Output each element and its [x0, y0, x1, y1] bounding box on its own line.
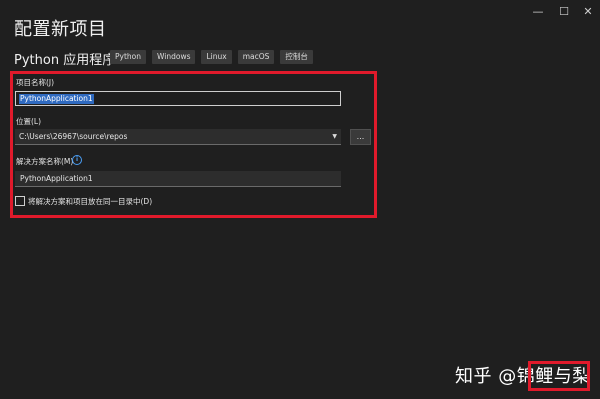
tag-console: 控制台 [280, 50, 313, 64]
tag-windows: Windows [152, 50, 196, 64]
browse-button[interactable]: ... [350, 129, 371, 145]
same-directory-label[interactable]: 将解决方案和项目放在同一目录中(D) [28, 196, 152, 207]
configure-project-window: — ☐ ✕ 配置新项目 Python 应用程序 Python Windows L… [0, 0, 600, 399]
solution-name-input[interactable]: PythonApplication1 [15, 171, 341, 187]
chevron-down-icon: ▼ [332, 133, 337, 140]
maximize-icon: ☐ [559, 4, 569, 18]
tag-linux: Linux [201, 50, 232, 64]
close-button[interactable]: ✕ [576, 2, 600, 20]
project-name-label: 项目名称(J) [16, 78, 55, 87]
close-icon: ✕ [583, 4, 593, 18]
project-name-value: PythonApplication1 [19, 93, 94, 104]
same-directory-checkbox[interactable] [15, 196, 25, 206]
tag-python: Python [110, 50, 146, 64]
solution-name-label: 解决方案名称(M) [16, 157, 74, 166]
template-name: Python 应用程序 [14, 53, 116, 68]
maximize-button[interactable]: ☐ [552, 2, 576, 20]
location-label: 位置(L) [16, 117, 42, 126]
page-title: 配置新项目 [14, 19, 107, 40]
minimize-icon: — [532, 4, 544, 18]
tag-macos: macOS [237, 50, 275, 64]
location-value: C:\Users\26967\source\repos [19, 132, 128, 141]
project-name-input[interactable]: PythonApplication1 [15, 91, 341, 106]
location-select[interactable]: C:\Users\26967\source\repos ▼ [15, 129, 341, 145]
template-tags: Python Windows Linux macOS 控制台 [110, 50, 313, 64]
minimize-button[interactable]: — [526, 2, 550, 20]
info-icon[interactable]: i [72, 155, 82, 165]
next-button-highlight-box [528, 361, 590, 391]
